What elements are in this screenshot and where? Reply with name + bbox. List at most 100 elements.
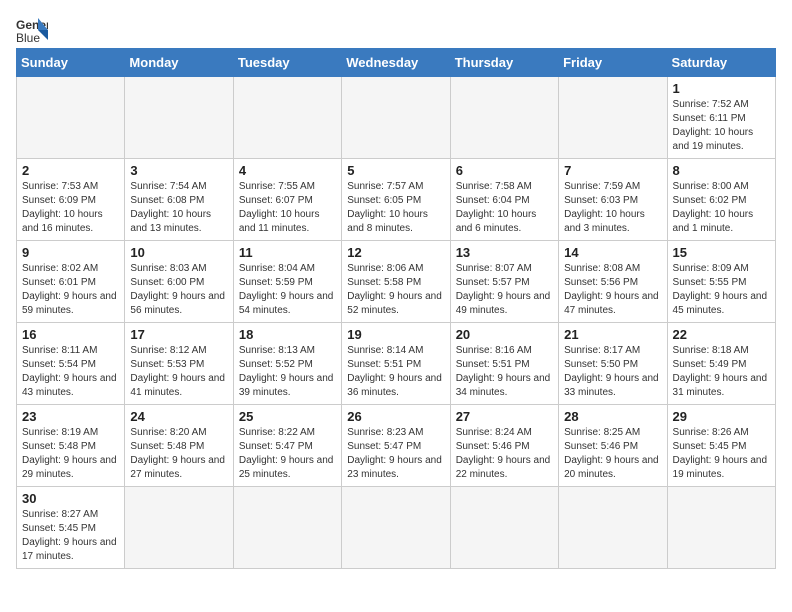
svg-text:Blue: Blue bbox=[16, 31, 40, 44]
calendar-cell: 6 Sunrise: 7:58 AM Sunset: 6:04 PM Daylig… bbox=[450, 159, 558, 241]
day-number: 17 bbox=[130, 327, 227, 342]
day-info: Sunrise: 8:09 AM Sunset: 5:55 PM Dayligh… bbox=[673, 262, 770, 318]
weekday-header: Monday bbox=[125, 49, 233, 77]
day-number: 29 bbox=[673, 409, 770, 424]
calendar-cell: 8Sunrise: 8:00 AM Sunset: 6:02 PM Daylig… bbox=[667, 159, 775, 241]
day-number: 27 bbox=[456, 409, 553, 424]
day-number: 12 bbox=[347, 245, 444, 260]
calendar-cell: 10Sunrise: 8:03 AM Sunset: 6:00 PM Dayli… bbox=[125, 241, 233, 323]
day-info: Sunrise: 8:06 AM Sunset: 5:58 PM Dayligh… bbox=[347, 262, 444, 318]
calendar-cell: 16 Sunrise: 8:11 AM Sunset: 5:54 PM Dayli… bbox=[17, 323, 125, 405]
weekday-header: Wednesday bbox=[342, 49, 450, 77]
calendar: SundayMondayTuesdayWednesdayThursdayFrid… bbox=[16, 48, 776, 569]
day-number: 22 bbox=[673, 327, 770, 342]
calendar-cell: 13 Sunrise: 8:07 AM Sunset: 5:57 PM Dayli… bbox=[450, 241, 558, 323]
calendar-cell bbox=[233, 487, 341, 569]
day-number: 7 bbox=[564, 163, 661, 178]
day-number: 30 bbox=[22, 491, 119, 506]
calendar-cell bbox=[559, 77, 667, 159]
day-number: 25 bbox=[239, 409, 336, 424]
calendar-week-row: 9Sunrise: 8:02 AM Sunset: 6:01 PM Daylig… bbox=[17, 241, 776, 323]
day-number: 16 bbox=[22, 327, 119, 342]
day-number: 5 bbox=[347, 163, 444, 178]
day-info: Sunrise: 8:14 AM Sunset: 5:51 PM Dayligh… bbox=[347, 344, 444, 400]
day-info: Sunrise: 8:26 AM Sunset: 5:45 PM Dayligh… bbox=[673, 426, 770, 482]
calendar-cell: 9Sunrise: 8:02 AM Sunset: 6:01 PM Daylig… bbox=[17, 241, 125, 323]
day-info: Sunrise: 8:24 AM Sunset: 5:46 PM Dayligh… bbox=[456, 426, 553, 482]
calendar-cell: 1Sunrise: 7:52 AM Sunset: 6:11 PM Daylig… bbox=[667, 77, 775, 159]
calendar-cell: 30 Sunrise: 8:27 AM Sunset: 5:45 PM Dayli… bbox=[17, 487, 125, 569]
header: General Blue bbox=[16, 16, 776, 44]
day-number: 15 bbox=[673, 245, 770, 260]
logo: General Blue bbox=[16, 16, 52, 44]
day-number: 6 bbox=[456, 163, 553, 178]
day-info: Sunrise: 7:55 AM Sunset: 6:07 PM Dayligh… bbox=[239, 180, 336, 236]
calendar-cell: 25 Sunrise: 8:22 AM Sunset: 5:47 PM Dayli… bbox=[233, 405, 341, 487]
calendar-cell bbox=[125, 487, 233, 569]
calendar-cell: 18Sunrise: 8:13 AM Sunset: 5:52 PM Dayli… bbox=[233, 323, 341, 405]
calendar-header-row: SundayMondayTuesdayWednesdayThursdayFrid… bbox=[17, 49, 776, 77]
calendar-cell: 28 Sunrise: 8:25 AM Sunset: 5:46 PM Dayli… bbox=[559, 405, 667, 487]
calendar-cell: 22 Sunrise: 8:18 AM Sunset: 5:49 PM Dayli… bbox=[667, 323, 775, 405]
day-info: Sunrise: 8:11 AM Sunset: 5:54 PM Dayligh… bbox=[22, 344, 119, 400]
day-info: Sunrise: 7:53 AM Sunset: 6:09 PM Dayligh… bbox=[22, 180, 119, 236]
calendar-week-row: 16 Sunrise: 8:11 AM Sunset: 5:54 PM Dayli… bbox=[17, 323, 776, 405]
day-number: 20 bbox=[456, 327, 553, 342]
day-info: Sunrise: 8:04 AM Sunset: 5:59 PM Dayligh… bbox=[239, 262, 336, 318]
calendar-cell: 20 Sunrise: 8:16 AM Sunset: 5:51 PM Dayli… bbox=[450, 323, 558, 405]
day-number: 26 bbox=[347, 409, 444, 424]
day-info: Sunrise: 8:07 AM Sunset: 5:57 PM Dayligh… bbox=[456, 262, 553, 318]
day-number: 8 bbox=[673, 163, 770, 178]
calendar-cell: 14Sunrise: 8:08 AM Sunset: 5:56 PM Dayli… bbox=[559, 241, 667, 323]
calendar-cell: 15 Sunrise: 8:09 AM Sunset: 5:55 PM Dayli… bbox=[667, 241, 775, 323]
weekday-header: Saturday bbox=[667, 49, 775, 77]
calendar-cell: 2 Sunrise: 7:53 AM Sunset: 6:09 PM Daylig… bbox=[17, 159, 125, 241]
calendar-cell: 27 Sunrise: 8:24 AM Sunset: 5:46 PM Dayli… bbox=[450, 405, 558, 487]
calendar-week-row: 23 Sunrise: 8:19 AM Sunset: 5:48 PM Dayli… bbox=[17, 405, 776, 487]
day-info: Sunrise: 8:22 AM Sunset: 5:47 PM Dayligh… bbox=[239, 426, 336, 482]
calendar-cell: 24Sunrise: 8:20 AM Sunset: 5:48 PM Dayli… bbox=[125, 405, 233, 487]
day-info: Sunrise: 8:08 AM Sunset: 5:56 PM Dayligh… bbox=[564, 262, 661, 318]
day-info: Sunrise: 7:59 AM Sunset: 6:03 PM Dayligh… bbox=[564, 180, 661, 236]
calendar-cell: 11Sunrise: 8:04 AM Sunset: 5:59 PM Dayli… bbox=[233, 241, 341, 323]
calendar-cell: 26 Sunrise: 8:23 AM Sunset: 5:47 PM Dayli… bbox=[342, 405, 450, 487]
day-number: 2 bbox=[22, 163, 119, 178]
day-info: Sunrise: 8:20 AM Sunset: 5:48 PM Dayligh… bbox=[130, 426, 227, 482]
day-number: 23 bbox=[22, 409, 119, 424]
day-info: Sunrise: 8:27 AM Sunset: 5:45 PM Dayligh… bbox=[22, 508, 119, 564]
calendar-cell bbox=[125, 77, 233, 159]
calendar-cell bbox=[450, 487, 558, 569]
day-info: Sunrise: 8:17 AM Sunset: 5:50 PM Dayligh… bbox=[564, 344, 661, 400]
calendar-cell bbox=[342, 77, 450, 159]
day-number: 1 bbox=[673, 81, 770, 96]
calendar-cell bbox=[17, 77, 125, 159]
calendar-week-row: 2 Sunrise: 7:53 AM Sunset: 6:09 PM Daylig… bbox=[17, 159, 776, 241]
day-info: Sunrise: 8:03 AM Sunset: 6:00 PM Dayligh… bbox=[130, 262, 227, 318]
calendar-cell: 19 Sunrise: 8:14 AM Sunset: 5:51 PM Dayli… bbox=[342, 323, 450, 405]
day-number: 4 bbox=[239, 163, 336, 178]
day-number: 3 bbox=[130, 163, 227, 178]
day-info: Sunrise: 7:58 AM Sunset: 6:04 PM Dayligh… bbox=[456, 180, 553, 236]
calendar-cell: 4 Sunrise: 7:55 AM Sunset: 6:07 PM Daylig… bbox=[233, 159, 341, 241]
day-info: Sunrise: 8:18 AM Sunset: 5:49 PM Dayligh… bbox=[673, 344, 770, 400]
day-number: 28 bbox=[564, 409, 661, 424]
day-number: 19 bbox=[347, 327, 444, 342]
day-info: Sunrise: 8:16 AM Sunset: 5:51 PM Dayligh… bbox=[456, 344, 553, 400]
day-info: Sunrise: 8:19 AM Sunset: 5:48 PM Dayligh… bbox=[22, 426, 119, 482]
day-number: 9 bbox=[22, 245, 119, 260]
calendar-cell: 5 Sunrise: 7:57 AM Sunset: 6:05 PM Daylig… bbox=[342, 159, 450, 241]
calendar-week-row: 1Sunrise: 7:52 AM Sunset: 6:11 PM Daylig… bbox=[17, 77, 776, 159]
calendar-cell: 23 Sunrise: 8:19 AM Sunset: 5:48 PM Dayli… bbox=[17, 405, 125, 487]
logo-icon: General Blue bbox=[16, 16, 48, 44]
calendar-cell bbox=[233, 77, 341, 159]
day-info: Sunrise: 8:23 AM Sunset: 5:47 PM Dayligh… bbox=[347, 426, 444, 482]
weekday-header: Friday bbox=[559, 49, 667, 77]
day-info: Sunrise: 8:12 AM Sunset: 5:53 PM Dayligh… bbox=[130, 344, 227, 400]
calendar-cell bbox=[559, 487, 667, 569]
day-info: Sunrise: 7:57 AM Sunset: 6:05 PM Dayligh… bbox=[347, 180, 444, 236]
day-info: Sunrise: 7:54 AM Sunset: 6:08 PM Dayligh… bbox=[130, 180, 227, 236]
day-number: 13 bbox=[456, 245, 553, 260]
calendar-cell: 29 Sunrise: 8:26 AM Sunset: 5:45 PM Dayli… bbox=[667, 405, 775, 487]
day-info: Sunrise: 8:25 AM Sunset: 5:46 PM Dayligh… bbox=[564, 426, 661, 482]
day-info: Sunrise: 8:13 AM Sunset: 5:52 PM Dayligh… bbox=[239, 344, 336, 400]
